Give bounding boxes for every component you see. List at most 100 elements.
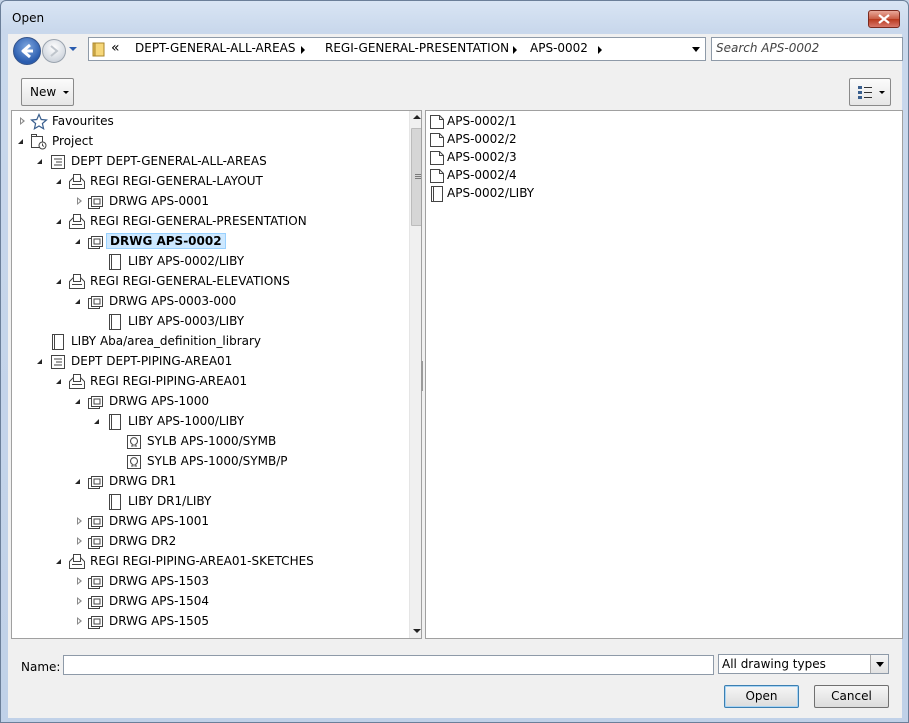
folder-tree[interactable]: Favourites Project DEPT DEPT-GENERAL-ALL-A… <box>11 110 422 639</box>
tree-item[interactable]: SYLB APS-1000/SYMB <box>12 432 408 452</box>
tree-item[interactable]: DRWG APS-1503 <box>12 572 408 592</box>
collapse-arrow-icon[interactable] <box>56 179 61 184</box>
collapse-arrow-icon[interactable] <box>75 399 80 404</box>
collapse-arrow-icon[interactable] <box>56 279 61 284</box>
collapse-arrow-icon[interactable] <box>37 159 42 164</box>
collapse-arrow-icon[interactable] <box>37 359 42 364</box>
liby-icon <box>428 185 446 206</box>
tree-item[interactable]: Project <box>12 132 408 152</box>
file-type-dropdown-button[interactable] <box>870 655 888 673</box>
expand-arrow-icon[interactable] <box>77 517 82 525</box>
liby-icon <box>106 493 124 514</box>
expand-arrow-fill <box>78 519 80 523</box>
address-separator-arrow-icon[interactable] <box>598 46 602 54</box>
file-item-label: APS-0002/LIBY <box>447 186 535 200</box>
splitter-grip[interactable] <box>421 361 423 391</box>
address-separator-arrow-icon[interactable] <box>513 46 517 54</box>
tree-item[interactable]: DEPT DEPT-PIPING-AREA01 <box>12 352 408 372</box>
file-item-label: APS-0002/1 <box>447 114 517 128</box>
search-input[interactable]: Search APS-0002 <box>711 37 903 61</box>
window-title: Open <box>12 11 45 25</box>
drwg-icon <box>87 513 105 534</box>
tree-item[interactable]: DEPT DEPT-GENERAL-ALL-AREAS <box>12 152 408 172</box>
tree-item[interactable]: REGI REGI-PIPING-AREA01 <box>12 372 408 392</box>
tree-item[interactable]: DRWG DR2 <box>12 532 408 552</box>
tree-item[interactable]: LIBY DR1/LIBY <box>12 492 408 512</box>
expand-arrow-icon[interactable] <box>77 537 82 545</box>
file-type-select[interactable]: All drawing types <box>718 654 889 674</box>
expand-arrow-fill <box>78 199 80 203</box>
open-button[interactable]: Open <box>724 685 799 708</box>
recent-locations-chevron-down-icon[interactable] <box>68 46 78 52</box>
drwg-icon <box>87 593 105 614</box>
tree-item-label: DEPT DEPT-GENERAL-ALL-AREAS <box>71 154 267 168</box>
tree-item[interactable]: LIBY APS-0003/LIBY <box>12 312 408 332</box>
tree-item-label: REGI REGI-PIPING-AREA01 <box>90 374 248 388</box>
project-icon <box>30 133 48 154</box>
tree-item[interactable]: REGI REGI-GENERAL-LAYOUT <box>12 172 408 192</box>
tree-item[interactable]: DRWG APS-1000 <box>12 392 408 412</box>
address-segment[interactable]: REGI-GENERAL-PRESENTATION <box>325 41 509 55</box>
tree-item[interactable]: SYLB APS-1000/SYMB/P <box>12 452 408 472</box>
star-icon <box>30 113 48 134</box>
expand-arrow-icon[interactable] <box>20 117 25 125</box>
tree-item-label: DRWG APS-1505 <box>109 614 210 628</box>
tree-item-label: REGI REGI-GENERAL-LAYOUT <box>90 174 263 188</box>
collapse-arrow-icon[interactable] <box>18 139 23 144</box>
close-icon <box>878 14 890 24</box>
address-chevron-down-icon[interactable] <box>692 47 700 52</box>
tree-item[interactable]: Favourites <box>12 112 408 132</box>
tree-item-label: LIBY APS-1000/LIBY <box>128 414 245 428</box>
tree-item-label: DEPT DEPT-PIPING-AREA01 <box>71 354 233 368</box>
forward-button[interactable] <box>42 39 66 63</box>
address-overflow[interactable]: « <box>111 40 120 56</box>
collapse-arrow-icon[interactable] <box>56 219 61 224</box>
tree-item[interactable]: DRWG APS-1505 <box>12 612 408 632</box>
collapse-arrow-icon[interactable] <box>56 379 61 384</box>
collapse-arrow-icon[interactable] <box>75 239 80 244</box>
expand-arrow-icon[interactable] <box>77 617 82 625</box>
tree-item[interactable]: REGI REGI-GENERAL-PRESENTATION <box>12 212 408 232</box>
expand-arrow-icon[interactable] <box>77 577 82 585</box>
tree-item[interactable]: LIBY APS-1000/LIBY <box>12 412 408 432</box>
tree-item[interactable]: DRWG APS-1001 <box>12 512 408 532</box>
expand-arrow-icon[interactable] <box>77 597 82 605</box>
back-button[interactable] <box>13 37 41 65</box>
new-button[interactable]: New <box>21 78 74 106</box>
collapse-arrow-icon[interactable] <box>75 299 80 304</box>
file-list[interactable]: APS-0002/1 APS-0002/2 APS-0002/3 APS-0002/4… <box>425 110 903 639</box>
tree-item[interactable]: REGI REGI-PIPING-AREA01-SKETCHES <box>12 552 408 572</box>
address-separator-arrow-icon[interactable] <box>301 46 305 54</box>
file-name-input[interactable] <box>63 655 714 675</box>
collapse-arrow-icon[interactable] <box>56 559 61 564</box>
scroll-up-arrow-icon[interactable] <box>413 115 421 119</box>
back-arrow-icon <box>21 43 33 59</box>
tree-item[interactable]: LIBY APS-0002/LIBY <box>12 252 408 272</box>
address-segment[interactable]: DEPT-GENERAL-ALL-AREAS <box>135 41 296 55</box>
cancel-button[interactable]: Cancel <box>814 685 889 708</box>
tree-item[interactable]: DRWG APS-0001 <box>12 192 408 212</box>
regi-icon <box>68 213 86 234</box>
view-options-button[interactable] <box>849 78 891 106</box>
tree-item-label: Project <box>52 134 94 148</box>
collapse-arrow-icon[interactable] <box>94 419 99 424</box>
title-bar[interactable]: Open <box>1 1 908 35</box>
tree-item[interactable]: DRWG DR1 <box>12 472 408 492</box>
drwg-icon <box>87 613 105 634</box>
tree-item[interactable]: DRWG APS-0003-000 <box>12 292 408 312</box>
tree-item-label: REGI REGI-GENERAL-PRESENTATION <box>90 214 307 228</box>
tree-item-label: DRWG DR1 <box>109 474 177 488</box>
expand-arrow-icon[interactable] <box>77 197 82 205</box>
address-segment[interactable]: APS-0002 <box>530 41 588 55</box>
tree-item[interactable]: LIBY Aba/area_definition_library <box>12 332 408 352</box>
scroll-down-arrow-icon[interactable] <box>413 629 421 633</box>
address-bar[interactable]: « DEPT-GENERAL-ALL-AREAS REGI-GENERAL-PR… <box>88 37 706 61</box>
file-type-value: All drawing types <box>722 657 826 671</box>
collapse-arrow-icon[interactable] <box>75 479 80 484</box>
tree-item[interactable]: DRWG APS-1504 <box>12 592 408 612</box>
close-button[interactable] <box>868 10 900 28</box>
tree-item-label: DRWG APS-1000 <box>109 394 210 408</box>
tree-item[interactable]: REGI REGI-GENERAL-ELEVATIONS <box>12 272 408 292</box>
tree-item[interactable]: DRWG APS-0002 <box>12 232 408 252</box>
tree-item-label: SYLB APS-1000/SYMB/P <box>147 454 288 468</box>
